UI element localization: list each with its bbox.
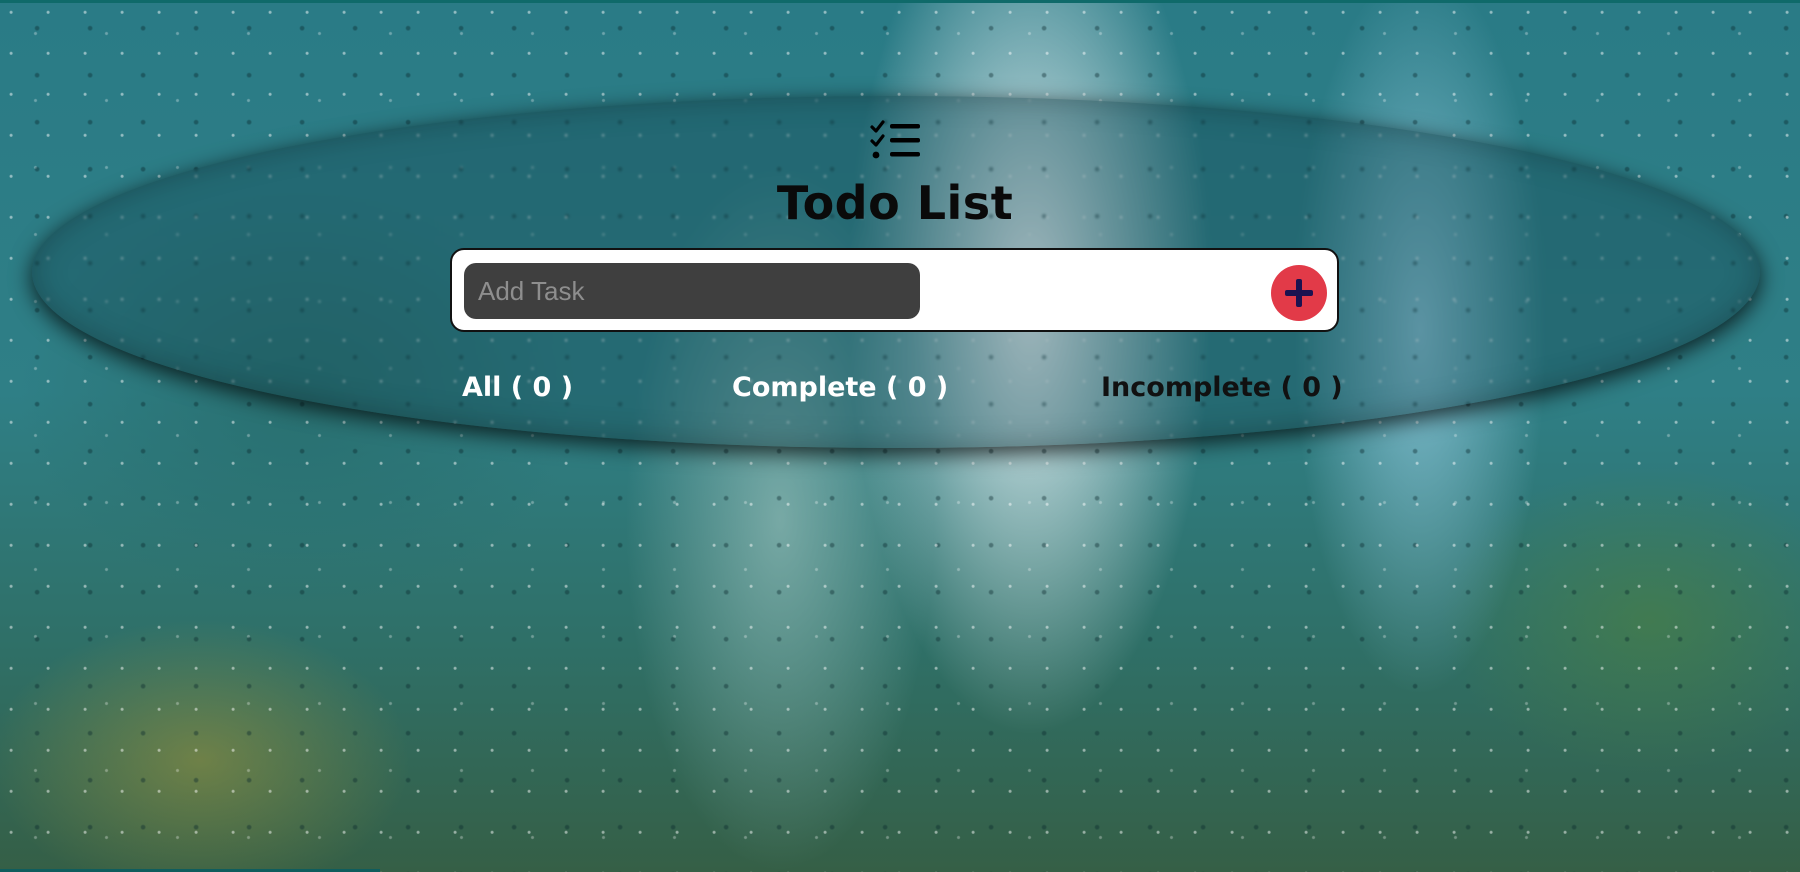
top-border bbox=[0, 0, 1800, 3]
add-task-input[interactable] bbox=[464, 263, 920, 319]
filter-all[interactable]: All ( 0 ) bbox=[462, 372, 573, 403]
page: { "app": { "title": "Todo List", "logo_i… bbox=[0, 0, 1800, 872]
checklist-icon bbox=[870, 120, 920, 159]
filter-incomplete[interactable]: Incomplete ( 0 ) bbox=[1101, 372, 1343, 403]
page-title: Todo List bbox=[776, 176, 1014, 230]
filter-tabs: All ( 0 ) Complete ( 0 ) Incomplete ( 0 … bbox=[0, 372, 1800, 416]
add-task-button[interactable] bbox=[1271, 265, 1327, 321]
filter-complete[interactable]: Complete ( 0 ) bbox=[732, 372, 948, 403]
add-task-bar bbox=[450, 248, 1339, 332]
plus-icon bbox=[1285, 279, 1313, 307]
